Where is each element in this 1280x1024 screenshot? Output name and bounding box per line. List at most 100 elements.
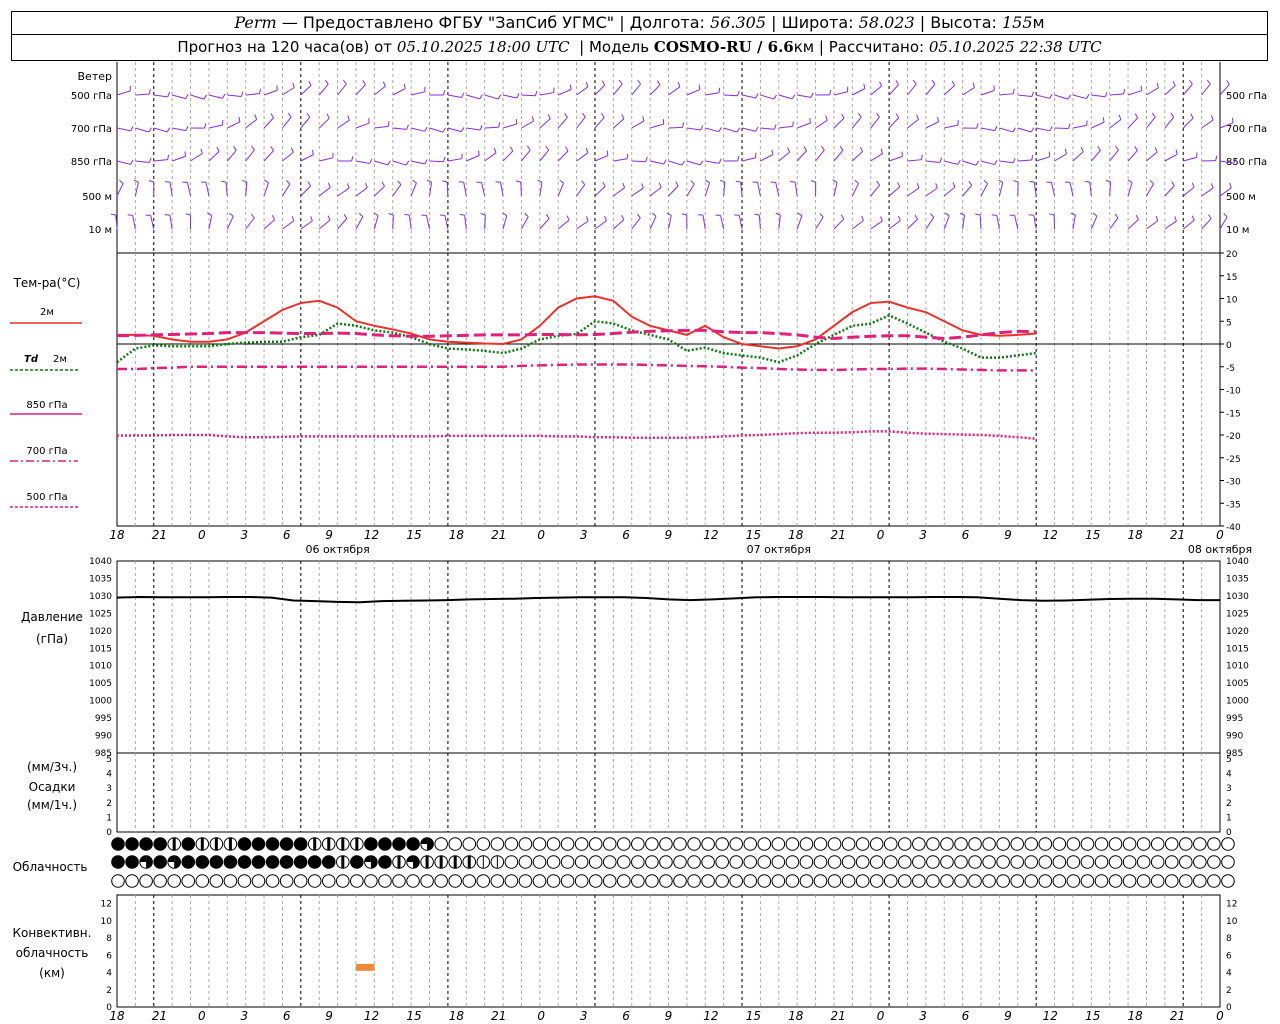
wind-barb-flag (166, 127, 171, 133)
wind-barb (594, 117, 605, 129)
wind-barb (720, 215, 725, 230)
cloud-cell (729, 855, 744, 869)
wind-barb-flag (581, 180, 586, 185)
wind-barb-flag (626, 153, 629, 159)
wind-barb-flag (622, 182, 626, 188)
cloud-cell (602, 837, 617, 851)
wind-barb-flag (461, 92, 465, 98)
cloud-cell (1136, 855, 1151, 869)
wind-barb (1182, 219, 1195, 230)
bottom-hour-label: 9 (325, 1009, 333, 1023)
wind-level-label-right: 500 м (1226, 192, 1256, 203)
cloud-cell (293, 874, 308, 888)
wind-barb-flag (1114, 213, 1119, 219)
wind-barb-flag (362, 80, 366, 85)
wind-barb (760, 127, 775, 130)
cloud-cell (1221, 874, 1235, 888)
wind-barb (888, 155, 903, 162)
wind-barb-flag (1190, 113, 1194, 119)
wind-barb-flag (498, 122, 501, 128)
cloud-cell (532, 837, 547, 851)
wind-barb-flag (270, 146, 274, 151)
wind-barb (797, 94, 812, 98)
wind-barb-flag (110, 213, 116, 216)
wind-barb (962, 215, 965, 230)
wind-barb-flag (200, 148, 203, 154)
wind-level-label-right: 10 м (1226, 225, 1249, 236)
cloud-cell (1179, 855, 1193, 869)
cloud-cell (757, 855, 772, 869)
cloud-cell (336, 874, 350, 888)
bottom-hour-label: 18 (449, 1009, 465, 1023)
cloud-cell (602, 855, 617, 869)
wind-barb-flag (601, 113, 605, 118)
cloud-cell (855, 837, 870, 851)
wind-barb-flag (718, 158, 722, 164)
wind-barb-flag (677, 81, 681, 88)
cloud-fill (280, 837, 293, 851)
bottom-hour-label: 6 (283, 1009, 291, 1023)
wind-barb (172, 94, 186, 100)
wind-barb-flag (754, 213, 760, 216)
wind-barb (1182, 84, 1193, 96)
conv-tick-right: 4 (1226, 969, 1232, 979)
cloud-cell (1066, 874, 1081, 888)
precip-tick-left: 0 (106, 828, 112, 838)
wind-barb (171, 155, 186, 162)
wind-barb-flag (637, 79, 641, 85)
temp-tick-right: -30 (1226, 478, 1241, 488)
temp-hour-label: 21 (491, 528, 506, 542)
wind-barb (484, 94, 499, 100)
cloud-cell (1221, 837, 1235, 851)
wind-barb-flag (920, 154, 923, 160)
wind-barb (150, 215, 155, 230)
wind-barb (576, 86, 589, 96)
wind-barb (1201, 218, 1212, 230)
precip-tick-left: 3 (106, 784, 112, 794)
wind-barb (429, 127, 444, 133)
wind-barb-flag (1030, 127, 1035, 133)
pressure-tick-left: 1030 (89, 592, 112, 602)
cloud-cell (940, 874, 954, 888)
wind-barb (925, 160, 940, 164)
wind-barb (153, 127, 168, 133)
cloud-cell (631, 837, 645, 851)
cloud-cell (350, 874, 364, 888)
wind-barb-flag (130, 159, 134, 165)
cloud-cell (1052, 855, 1067, 869)
cloud-cell (1010, 837, 1025, 851)
wind-barb-flag (735, 180, 741, 183)
cloud-cell (996, 855, 1010, 869)
wind-barb (245, 93, 260, 96)
bottom-hour-label: 9 (1004, 1009, 1012, 1023)
wind-barb (741, 94, 756, 99)
day-label: 07 октября (747, 543, 811, 556)
cloud-cell (968, 837, 982, 851)
wind-barb (741, 127, 756, 132)
cloud-cell (898, 874, 912, 888)
wind-barb (227, 121, 241, 129)
pressure-axis-label: Давление (21, 610, 83, 624)
wind-barb-flag (242, 179, 248, 183)
pressure-tick-left: 1010 (89, 662, 112, 672)
cloud-cell (799, 855, 814, 869)
wind-barb (411, 91, 425, 96)
wind-barb (962, 185, 973, 197)
wind-barb (1164, 153, 1178, 162)
cloud-cell (982, 837, 996, 851)
wind-barb (466, 94, 480, 100)
wind-barb (374, 85, 386, 96)
wind-barb-flag (825, 115, 828, 121)
wind-barb (1146, 151, 1158, 162)
wind-barb (1054, 153, 1067, 162)
wind-barb (1072, 124, 1087, 129)
temp-hour-label: 12 (1043, 528, 1058, 542)
cloud-cell (602, 874, 617, 888)
wind-barb (778, 215, 781, 230)
cloud-cell (1164, 837, 1179, 851)
pressure-tick-left: 1005 (89, 679, 112, 689)
wind-barb-flag (720, 179, 726, 183)
wind-barb-flag (810, 92, 814, 98)
wind-barb (796, 150, 807, 162)
wind-barb-flag (641, 183, 644, 189)
